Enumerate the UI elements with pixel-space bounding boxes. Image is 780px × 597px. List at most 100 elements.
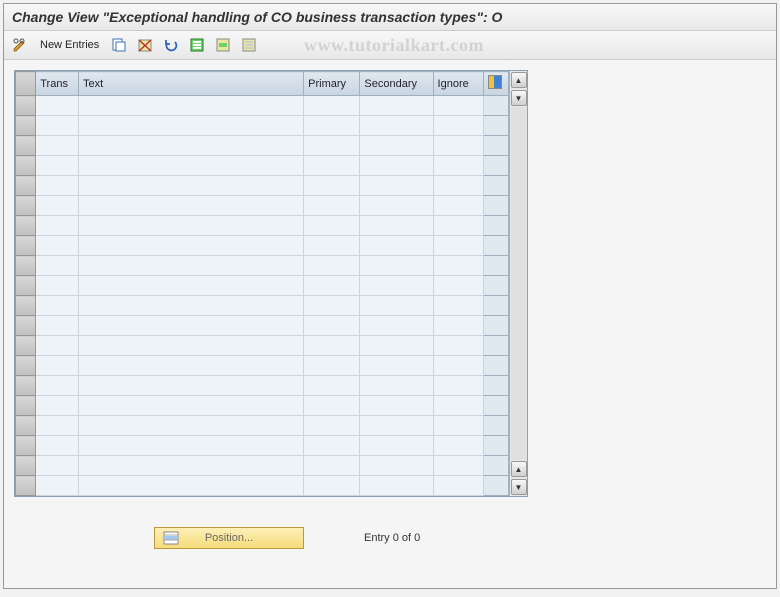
row-selector[interactable] (16, 476, 36, 496)
table-cell[interactable] (360, 296, 433, 316)
table-cell[interactable] (433, 216, 484, 236)
table-cell[interactable] (79, 236, 304, 256)
table-cell[interactable] (433, 276, 484, 296)
new-entries-button[interactable]: New Entries (36, 37, 103, 53)
table-cell[interactable] (360, 96, 433, 116)
table-cell[interactable] (304, 216, 360, 236)
delete-button[interactable] (135, 35, 155, 55)
scroll-track[interactable] (511, 107, 527, 460)
table-cell[interactable] (360, 136, 433, 156)
row-selector[interactable] (16, 136, 36, 156)
table-cell[interactable] (360, 156, 433, 176)
table-cell[interactable] (36, 336, 79, 356)
table-cell[interactable] (304, 96, 360, 116)
table-cell[interactable] (360, 416, 433, 436)
table-cell[interactable] (433, 176, 484, 196)
table-cell[interactable] (304, 356, 360, 376)
select-all-button[interactable] (187, 35, 207, 55)
row-selector[interactable] (16, 236, 36, 256)
table-cell[interactable] (304, 396, 360, 416)
table-cell[interactable] (79, 296, 304, 316)
table-cell[interactable] (79, 216, 304, 236)
table-cell[interactable] (79, 416, 304, 436)
table-cell[interactable] (79, 276, 304, 296)
row-selector[interactable] (16, 376, 36, 396)
table-cell[interactable] (304, 316, 360, 336)
table-cell[interactable] (304, 136, 360, 156)
table-cell[interactable] (433, 256, 484, 276)
table-cell[interactable] (36, 276, 79, 296)
table-cell[interactable] (79, 196, 304, 216)
table-cell[interactable] (36, 316, 79, 336)
table-cell[interactable] (36, 356, 79, 376)
row-selector[interactable] (16, 196, 36, 216)
table-cell[interactable] (360, 116, 433, 136)
table-cell[interactable] (360, 476, 433, 496)
table-cell[interactable] (304, 256, 360, 276)
table-cell[interactable] (360, 396, 433, 416)
table-cell[interactable] (79, 336, 304, 356)
table-cell[interactable] (304, 276, 360, 296)
table-cell[interactable] (360, 256, 433, 276)
table-cell[interactable] (433, 356, 484, 376)
table-cell[interactable] (304, 436, 360, 456)
table-cell[interactable] (433, 336, 484, 356)
table-cell[interactable] (304, 416, 360, 436)
table-cell[interactable] (36, 156, 79, 176)
table-cell[interactable] (433, 136, 484, 156)
table-cell[interactable] (360, 276, 433, 296)
deselect-all-button[interactable] (239, 35, 259, 55)
table-cell[interactable] (433, 436, 484, 456)
table-cell[interactable] (433, 296, 484, 316)
table-cell[interactable] (304, 196, 360, 216)
table-cell[interactable] (79, 316, 304, 336)
table-cell[interactable] (79, 376, 304, 396)
toggle-display-change-button[interactable] (10, 35, 30, 55)
table-cell[interactable] (433, 456, 484, 476)
table-cell[interactable] (79, 116, 304, 136)
table-cell[interactable] (304, 456, 360, 476)
column-header-ignore[interactable]: Ignore (433, 72, 484, 96)
table-cell[interactable] (304, 176, 360, 196)
table-cell[interactable] (79, 396, 304, 416)
table-cell[interactable] (360, 376, 433, 396)
table-cell[interactable] (360, 316, 433, 336)
table-cell[interactable] (36, 216, 79, 236)
table-cell[interactable] (360, 356, 433, 376)
row-selector[interactable] (16, 436, 36, 456)
row-selector-header[interactable] (16, 72, 36, 96)
table-cell[interactable] (360, 196, 433, 216)
table-settings-button[interactable] (484, 72, 509, 96)
table-cell[interactable] (36, 456, 79, 476)
row-selector[interactable] (16, 96, 36, 116)
scroll-down-button[interactable]: ▼ (511, 90, 527, 106)
table-cell[interactable] (304, 336, 360, 356)
table-cell[interactable] (360, 456, 433, 476)
table-cell[interactable] (304, 476, 360, 496)
scroll-up-button-bottom[interactable]: ▲ (511, 461, 527, 477)
table-cell[interactable] (36, 176, 79, 196)
table-cell[interactable] (79, 136, 304, 156)
table-cell[interactable] (433, 316, 484, 336)
table-cell[interactable] (36, 396, 79, 416)
table-cell[interactable] (433, 416, 484, 436)
table-cell[interactable] (36, 376, 79, 396)
column-header-text[interactable]: Text (79, 72, 304, 96)
column-header-secondary[interactable]: Secondary (360, 72, 433, 96)
select-block-button[interactable] (213, 35, 233, 55)
row-selector[interactable] (16, 116, 36, 136)
table-cell[interactable] (433, 96, 484, 116)
row-selector[interactable] (16, 156, 36, 176)
table-cell[interactable] (79, 96, 304, 116)
vertical-scrollbar[interactable]: ▲ ▼ ▲ ▼ (509, 71, 527, 496)
column-header-trans[interactable]: Trans (36, 72, 79, 96)
table-cell[interactable] (304, 376, 360, 396)
table-cell[interactable] (304, 296, 360, 316)
table-cell[interactable] (433, 156, 484, 176)
row-selector[interactable] (16, 456, 36, 476)
table-cell[interactable] (433, 236, 484, 256)
table-cell[interactable] (36, 236, 79, 256)
table-cell[interactable] (36, 476, 79, 496)
table-cell[interactable] (433, 376, 484, 396)
table-cell[interactable] (360, 236, 433, 256)
